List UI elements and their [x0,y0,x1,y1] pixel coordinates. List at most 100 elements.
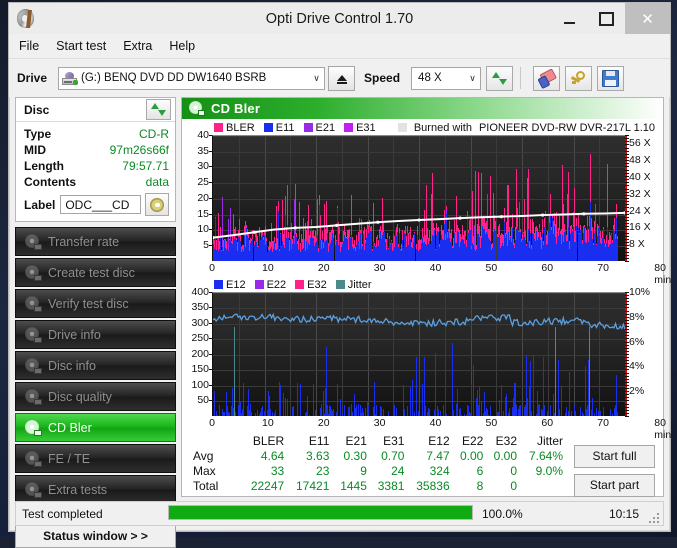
right-tick-label: 4% [629,360,645,373]
stats-table-wrap: BLER E11 E21 E31 E12 E22 E32 Jitter Avg … [190,433,566,497]
save-icon [602,69,620,87]
disc-icon [25,389,42,405]
key-button[interactable] [565,65,593,91]
menu-item-extra[interactable]: Extra [123,39,152,53]
status-window-button[interactable]: Status window > > [15,523,176,548]
disc-info-value: 79:57.71 [122,159,169,173]
disc-label-input[interactable]: ODC___CD [60,195,141,214]
sidebar-item-verify-test-disc[interactable]: Verify test disc [15,289,176,318]
sidebar-item-drive-info[interactable]: Drive info [15,320,176,349]
right-tick-label: 40 X [629,170,651,183]
eject-icon [336,75,347,84]
legend-label-e11: E11 [275,121,295,134]
stats-cell: 6 [476,464,484,479]
sidebar-item-label: FE / TE [48,451,91,466]
drive-select[interactable]: (G:) BENQ DVD DD DW1640 BSRB ∨ [58,66,326,90]
content-panel: CD Bler BLER E11 E21 E31 Burned with PIO… [181,97,671,497]
stats-cell: 0.00 [459,449,484,464]
y-tick-label: 250 [191,332,209,345]
disc-icon [189,101,205,117]
sidebar-item-fe-te[interactable]: FE / TE [15,444,176,473]
stats-cell: 8 [476,479,484,494]
main-body: Disc Type CD-R MID 97m26s66f Length 79:5… [9,97,671,548]
menu-item-start-test[interactable]: Start test [56,39,106,53]
maximize-button[interactable] [588,3,625,34]
disc-info-key: Contents [24,175,76,189]
sidebar-item-create-test-disc[interactable]: Create test disc [15,258,176,287]
clock-label: 10:15 [608,506,639,521]
x-tick-label: 50 [485,416,498,429]
e12-x-axis: 0 10 20 30 40 50 60 70 80 min [209,416,671,441]
disc-refresh-button[interactable] [146,99,171,120]
sidebar-item-label: Disc info [48,358,96,373]
menu-bar: File Start test Extra Help [9,34,670,59]
right-tick-label: 56 X [629,137,651,150]
drive-label: Drive [17,71,48,85]
stats-table: BLER E11 E21 E31 E12 E22 E32 Jitter Avg … [190,433,566,494]
disc-info-row-type: Type CD-R [24,126,169,142]
sidebar-item-extra-tests[interactable]: Extra tests [15,475,176,504]
refresh-button[interactable] [486,65,514,91]
stats-row-label: Total [193,479,219,494]
stats-cell: 22247 [250,479,285,494]
disc-panel-header: Disc [16,98,175,122]
stats-cell: 9 [360,464,367,479]
optical-drive-icon [62,71,79,85]
menu-item-help[interactable]: Help [169,39,195,53]
resize-grip[interactable] [649,513,659,523]
y-tick-label: 350 [191,301,209,314]
burned-with-group: Burned with PIONEER DVD-RW DVR-217L 1.10 [397,122,659,134]
legend-swatch-jitter [335,280,345,290]
sidebar-item-disc-info[interactable]: Disc info [15,351,176,380]
speed-select[interactable]: 48 X ∨ [411,66,482,90]
bler-x-axis: 0 10 20 30 40 50 60 70 80 min [209,261,671,286]
disc-info-value: 97m26s66f [109,143,169,157]
x-tick-label: 50 [485,261,498,274]
legend-swatch-e32 [295,280,305,290]
eject-button[interactable] [328,65,356,91]
start-part-button[interactable]: Start part [574,473,655,497]
disc-info-value: CD-R [139,127,169,141]
bler-legend: BLER E11 E21 E31 Burned with PIONEER DVD… [184,121,659,135]
eraser-icon [536,67,558,89]
app-disc-icon [15,8,37,30]
progress-bar [168,505,473,520]
legend-swatch-e12 [214,280,223,290]
sidebar-item-cd-bler[interactable]: CD Bler [15,413,176,442]
stats-cell: 0.70 [381,449,405,464]
save-button[interactable] [597,65,625,91]
close-icon[interactable]: ✕ [625,3,670,34]
erase-button[interactable] [533,65,561,91]
right-tick-label: 10% [629,285,651,298]
sidebar-item-label: Verify test disc [48,296,129,311]
x-tick-label: 70 [597,261,609,274]
right-tick-label: 32 X [629,187,651,200]
e12-plot [212,291,625,416]
sidebar-item-transfer-rate[interactable]: Transfer rate [15,227,176,256]
right-tick-label: 6% [629,335,645,348]
right-tick-label: 48 X [629,154,651,167]
disc-icon [25,234,42,250]
stats-row-label: Avg [193,449,214,464]
sidebar-item-disc-quality[interactable]: Disc quality [15,382,176,411]
bler-y-axis: 5 10 15 20 25 30 35 40 [184,129,212,261]
start-full-button[interactable]: Start full [574,444,655,468]
legend-swatch-e21 [303,123,313,133]
minimize-button[interactable] [551,3,588,34]
disc-icon [25,420,42,436]
sidebar-item-label: Extra tests [48,482,108,497]
stats-col-e12: E12 [428,433,450,448]
content-title: CD Bler [211,100,261,116]
stats-col-e32: E32 [495,433,517,448]
legend-swatch-bler [214,123,223,133]
disc-info-row-length: Length 79:57.71 [24,158,169,174]
stats-cell: 7.47 [426,449,450,464]
x-tick-label: 30 [373,261,386,274]
speed-select-value: 48 X [418,72,442,84]
bler-plot [212,134,625,261]
sidebar-nav: Transfer rate Create test disc Verify test… [15,227,176,504]
disc-label-button[interactable] [145,193,169,216]
menu-item-file[interactable]: File [19,39,39,53]
stats-header-row: BLER E11 E21 E31 E12 E22 E32 Jitter [190,433,566,449]
progress-fill [169,506,472,519]
